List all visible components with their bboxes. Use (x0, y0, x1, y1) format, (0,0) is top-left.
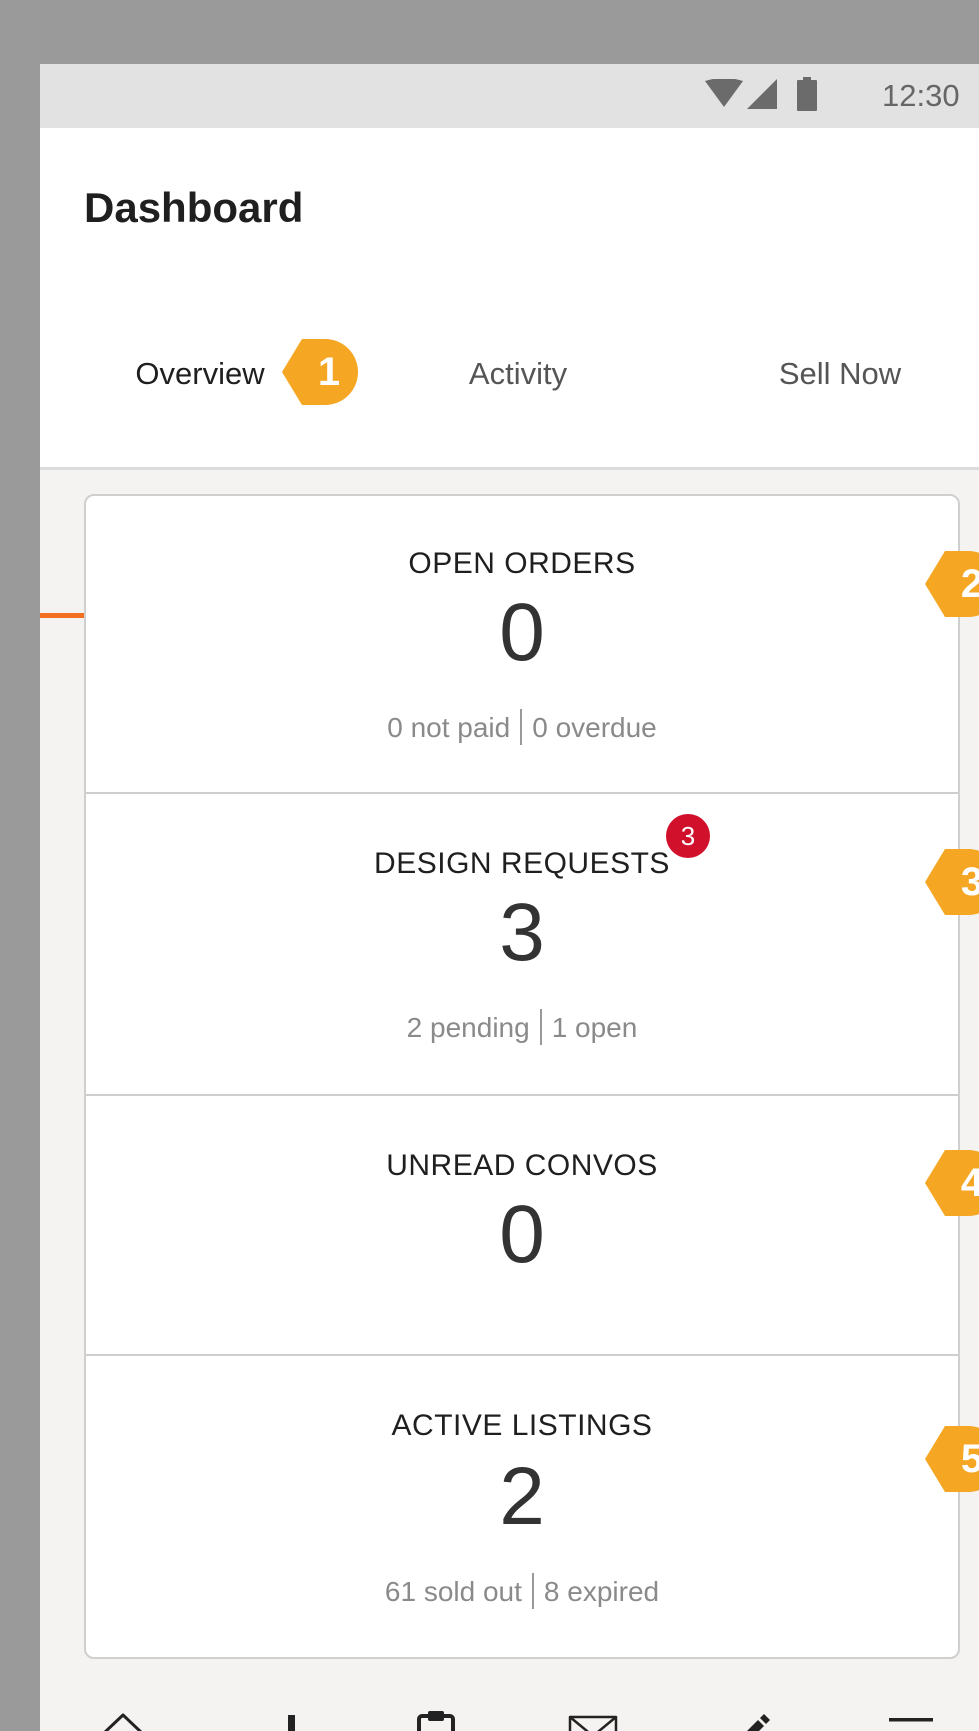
callout-marker-5: 5 (925, 1426, 979, 1492)
card-value: 0 (499, 587, 545, 678)
card-sub-left: 61 sold out (384, 1576, 522, 1607)
card-title: OPEN ORDERS (408, 547, 636, 580)
tab-activity[interactable]: Activity (358, 278, 678, 470)
wifi-icon (705, 77, 743, 114)
card-value: 3 (499, 887, 545, 978)
edit-icon[interactable] (722, 1706, 778, 1731)
card-sub-right: 8 expired (543, 1576, 660, 1607)
callout-marker-2: 2 (925, 551, 979, 617)
notification-badge: 3 (666, 814, 710, 858)
tab-overview-label: Overview (135, 356, 265, 391)
bottom-navigation (40, 1686, 979, 1731)
battery-icon (797, 76, 817, 116)
signal-icon (747, 78, 777, 114)
callout-number: 1 (317, 350, 341, 394)
dashboard-cards: OPEN ORDERS 0 0 not paid 0 overdue DESIGN… (84, 494, 960, 1659)
phone-screen: 12:30 Dashboard Overview Activity Sell N… (40, 64, 979, 1731)
callout-marker-4: 4 (925, 1150, 979, 1216)
divider (531, 1572, 534, 1609)
callout-marker-3: 3 (925, 849, 979, 915)
card-subtext: 2 pending 1 open (86, 1008, 958, 1048)
card-value: 0 (499, 1189, 545, 1280)
tab-sell-now-label: Sell Now (778, 356, 902, 391)
card-unread-convos[interactable]: UNREAD CONVOS 0 (86, 1096, 958, 1356)
card-sub-right: 1 open (551, 1012, 638, 1043)
card-open-orders[interactable]: OPEN ORDERS 0 0 not paid 0 overdue (86, 496, 958, 794)
callout-number: 2 (960, 562, 979, 606)
menu-icon[interactable] (883, 1706, 939, 1731)
card-title: ACTIVE LISTINGS (391, 1409, 653, 1442)
tab-activity-label: Activity (468, 356, 568, 391)
stats-icon[interactable] (252, 1706, 308, 1731)
card-design-requests[interactable]: DESIGN REQUESTS 3 3 2 pending 1 open (86, 794, 958, 1096)
card-sub-left: 0 not paid (387, 712, 511, 743)
card-title: DESIGN REQUESTS (374, 847, 670, 880)
mail-icon[interactable] (565, 1706, 621, 1731)
card-title: UNREAD CONVOS (386, 1149, 658, 1182)
status-icons (705, 76, 817, 116)
callout-number: 3 (960, 860, 979, 904)
callout-number: 5 (960, 1437, 979, 1481)
tab-bar: Overview Activity Sell Now (40, 278, 979, 618)
divider (539, 1008, 542, 1045)
status-bar: 12:30 (40, 64, 979, 128)
card-subtext: 0 not paid 0 overdue (86, 708, 958, 748)
page-title: Dashboard (84, 184, 304, 231)
status-time: 12:30 (882, 78, 960, 113)
clipboard-icon[interactable] (408, 1706, 464, 1731)
card-sub-right: 0 overdue (532, 712, 657, 743)
card-subtext: 61 sold out 8 expired (86, 1572, 958, 1612)
tab-sell-now[interactable]: Sell Now (680, 278, 979, 470)
callout-number: 4 (960, 1161, 979, 1205)
home-icon[interactable] (95, 1706, 151, 1731)
card-value: 2 (499, 1451, 545, 1542)
card-active-listings[interactable]: ACTIVE LISTINGS 2 61 sold out 8 expired (86, 1356, 958, 1657)
callout-marker-1: 1 (282, 339, 358, 405)
card-sub-left: 2 pending (406, 1012, 530, 1043)
divider (520, 708, 523, 745)
